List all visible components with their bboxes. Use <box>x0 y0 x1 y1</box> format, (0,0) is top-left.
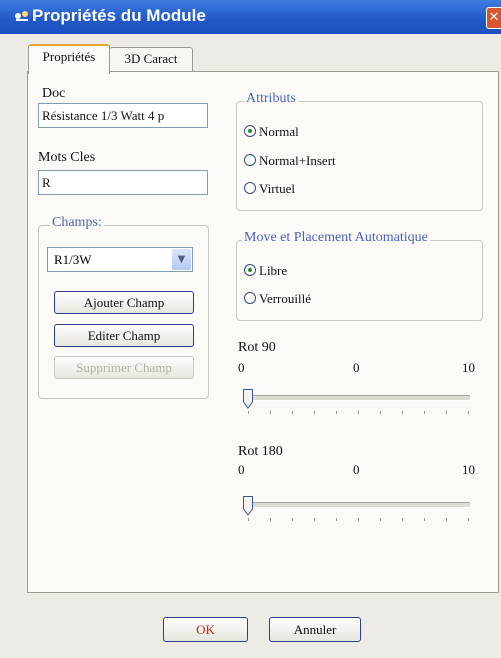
chevron-down-icon[interactable]: ▼ <box>172 249 191 270</box>
window-title: Propriétés du Module <box>32 6 206 25</box>
doc-label: Doc <box>42 86 66 101</box>
app-icon <box>14 9 30 23</box>
rot90-label: Rot 90 <box>238 340 276 355</box>
tab-label: 3D Caract <box>124 51 178 66</box>
attributs-legend: Attributs <box>244 91 298 107</box>
placement-group <box>236 240 483 321</box>
rot180-slider-thumb[interactable] <box>243 496 253 516</box>
edit-field-button[interactable]: Editer Champ <box>54 324 194 347</box>
tab-label: Propriétés <box>42 49 96 64</box>
cancel-button[interactable]: Annuler <box>269 617 361 642</box>
champs-legend: Champs: <box>50 215 104 231</box>
close-icon: ✕ <box>488 10 500 25</box>
champs-selected-value: R1/3W <box>54 252 92 267</box>
rot180-slider-track[interactable] <box>244 502 470 508</box>
delete-field-button[interactable]: Supprimer Champ <box>54 356 194 379</box>
title-bar[interactable]: Propriétés du Module ✕ <box>0 0 501 34</box>
tab-proprietes[interactable]: Propriétés <box>28 44 110 74</box>
mots-cles-label: Mots Cles <box>38 150 96 165</box>
radio-button[interactable] <box>244 125 256 137</box>
add-field-button[interactable]: Ajouter Champ <box>54 291 194 314</box>
mots-cles-field[interactable]: R <box>38 170 208 195</box>
rot90-slider-thumb[interactable] <box>243 389 253 409</box>
radio-button[interactable] <box>244 182 256 194</box>
properties-dialog: Propriétés du Module ✕ Propriétés 3D Car… <box>0 0 501 658</box>
radio-button[interactable] <box>244 154 256 166</box>
champs-select[interactable]: R1/3W ▼ <box>47 247 193 272</box>
ok-button[interactable]: OK <box>163 617 248 642</box>
rot90-min: 0 <box>238 360 245 375</box>
rot90-max: 10 <box>462 360 475 375</box>
placement-legend: Move et Placement Automatique <box>242 230 430 246</box>
rot90-mid: 0 <box>353 360 360 375</box>
close-button[interactable]: ✕ <box>486 7 501 29</box>
rot180-min: 0 <box>238 462 245 477</box>
rot90-slider-track[interactable] <box>244 395 470 401</box>
rot180-label: Rot 180 <box>238 444 283 459</box>
rot180-mid: 0 <box>353 462 360 477</box>
radio-button[interactable] <box>244 264 256 276</box>
doc-field[interactable]: Résistance 1/3 Watt 4 p <box>38 103 208 128</box>
rot180-max: 10 <box>462 462 475 477</box>
radio-button[interactable] <box>244 292 256 304</box>
tab-3d-caract[interactable]: 3D Caract <box>109 47 193 72</box>
